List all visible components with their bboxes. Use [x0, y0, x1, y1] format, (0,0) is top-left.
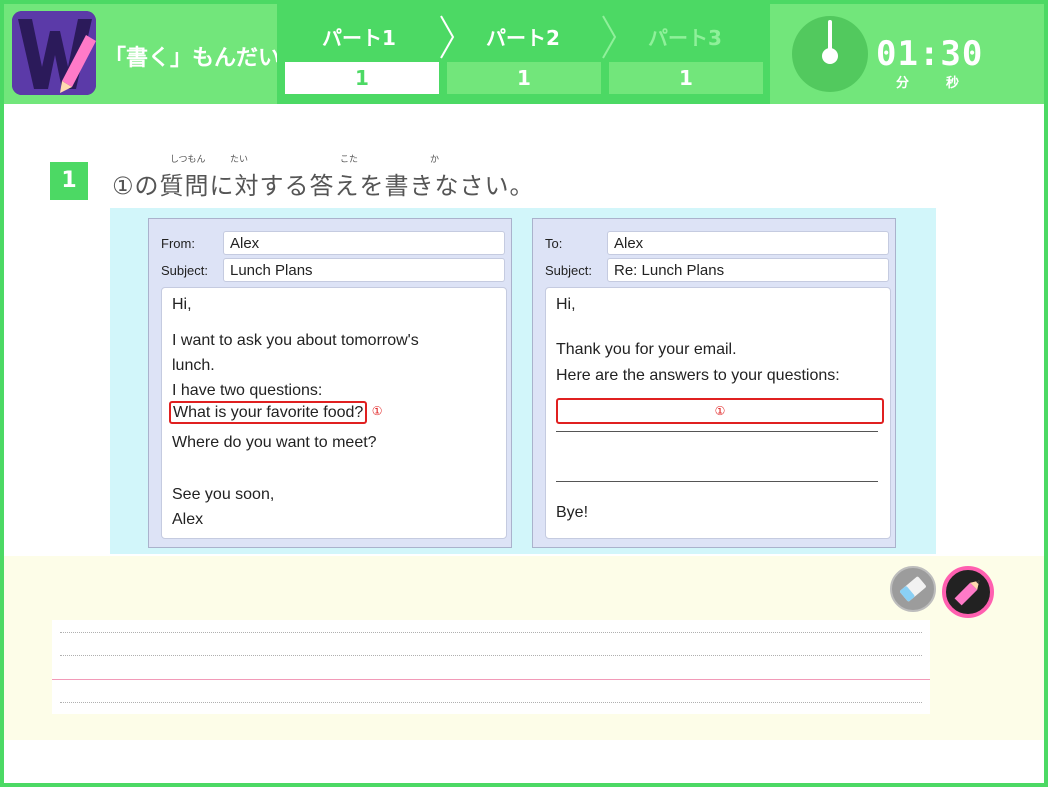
writing-area: [4, 556, 1044, 740]
header: 「書く」もんだい パート1 パート2 パート3 1 1 1 01:30 分 秒: [4, 4, 1044, 104]
email-line: I want to ask you about tomorrow's: [172, 332, 419, 349]
email-question-1: What is your favorite food? ①: [169, 401, 383, 424]
from-field: Alex: [223, 231, 505, 255]
part-2-label: パート2: [486, 26, 560, 50]
writing-logo-icon: [12, 11, 96, 95]
email-body: Hi, I want to ask you about tomorrow's l…: [161, 287, 507, 539]
part-2-count: 1: [447, 62, 601, 94]
app-frame: 「書く」もんだい パート1 パート2 パート3 1 1 1 01:30 分 秒: [4, 4, 1044, 783]
timer-value: 01:30: [876, 34, 984, 74]
email-question-2: Where do you want to meet?: [172, 434, 377, 451]
from-label: From:: [161, 236, 195, 251]
ruby-text: たい: [230, 155, 249, 165]
email-line: I have two questions:: [172, 382, 323, 399]
email-closing: See you soon,: [172, 486, 275, 503]
answer-slot: ①: [556, 398, 884, 424]
to-field: Alex: [607, 231, 889, 255]
email-reply: To: Alex Subject: Re: Lunch Plans Hi, Th…: [532, 218, 896, 548]
timer-unit-seconds: 秒: [946, 76, 960, 91]
email-panel: From: Alex Subject: Lunch Plans Hi, I wa…: [110, 208, 936, 554]
question-number: 1: [50, 162, 88, 200]
email-greeting: Hi,: [556, 296, 576, 313]
part-progress: パート1 パート2 パート3 1 1 1: [277, 4, 770, 104]
subject-field: Lunch Plans: [223, 258, 505, 282]
email-line: lunch.: [172, 357, 215, 374]
pencil-tool-button[interactable]: [942, 566, 994, 618]
answer-writing-box[interactable]: [52, 620, 930, 714]
pencil-icon: [954, 580, 980, 606]
subject-field: Re: Lunch Plans: [607, 258, 889, 282]
timer-dial-icon: [792, 16, 868, 92]
highlighted-question: What is your favorite food?: [169, 401, 368, 424]
subject-label: Subject:: [545, 263, 592, 278]
email-closing: Bye!: [556, 504, 589, 521]
part-1-label: パート1: [322, 26, 396, 50]
answer-rule: [556, 481, 878, 482]
part-1-count: 1: [285, 62, 439, 94]
email-signature: Alex: [172, 511, 204, 528]
eraser-tool-button[interactable]: [890, 566, 936, 612]
question-marker: ①: [371, 404, 383, 418]
part-3-count: 1: [609, 62, 763, 94]
ruby-text: か: [430, 155, 440, 165]
email-line: Here are the answers to your questions:: [556, 367, 840, 384]
section-title: 「書く」もんだい: [104, 46, 281, 71]
email-greeting: Hi,: [172, 296, 192, 313]
to-label: To:: [545, 236, 563, 251]
question-text: ①の質問に対する答えを書きなさい。: [112, 172, 535, 200]
answer-rule: [556, 431, 878, 432]
email-body: Hi, Thank you for your email. Here are t…: [545, 287, 891, 539]
ruby-text: こた: [340, 155, 359, 165]
email-received: From: Alex Subject: Lunch Plans Hi, I wa…: [148, 218, 512, 548]
subject-label: Subject:: [161, 263, 208, 278]
timer-unit-minutes: 分: [896, 76, 910, 91]
email-line: Thank you for your email.: [556, 341, 737, 358]
part-3-label: パート3: [648, 26, 722, 50]
eraser-icon: [900, 576, 926, 602]
ruby-text: しつもん: [170, 155, 206, 165]
timer: 01:30 分 秒: [770, 4, 1044, 104]
